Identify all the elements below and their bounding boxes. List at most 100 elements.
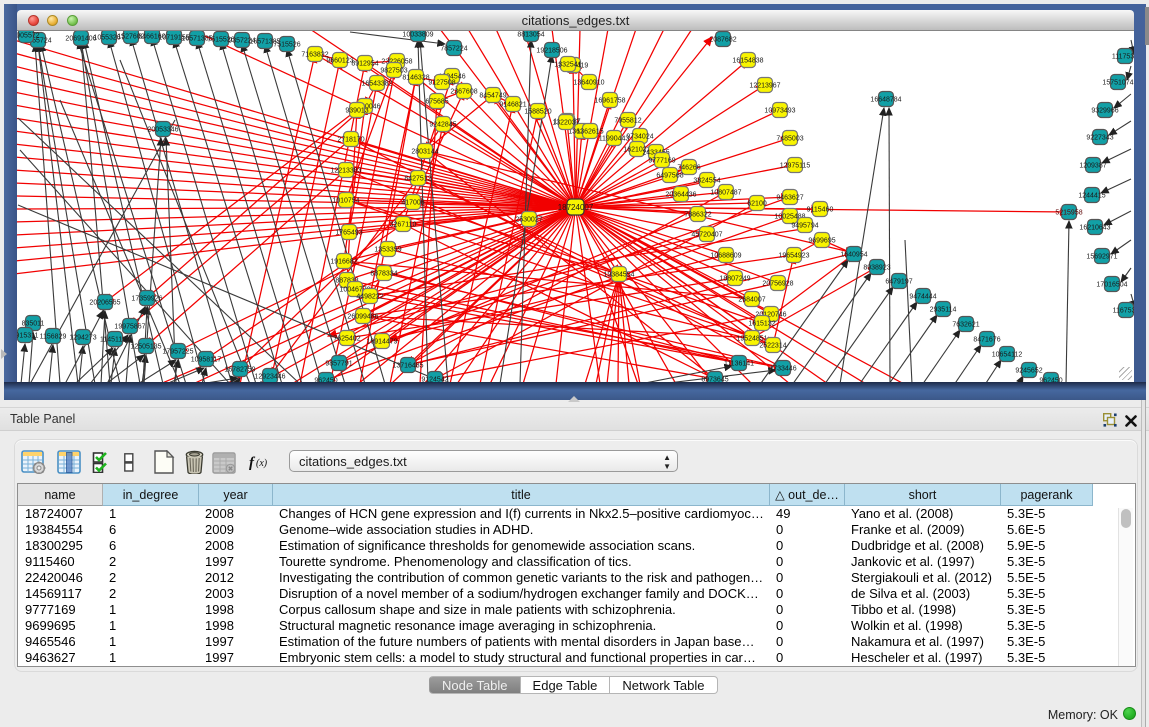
- svg-text:1322037: 1322037: [552, 119, 579, 126]
- svg-text:7515526: 7515526: [273, 41, 300, 48]
- svg-text:9474444: 9474444: [909, 293, 936, 300]
- svg-text:6479197: 6479197: [885, 278, 912, 285]
- svg-text:16914479: 16914479: [366, 338, 397, 345]
- svg-text:1640954: 1640954: [840, 251, 867, 258]
- svg-text:746266: 746266: [677, 164, 700, 171]
- svg-text:19654923: 19654923: [778, 252, 809, 259]
- svg-text:1733446: 1733446: [769, 365, 796, 372]
- svg-text:2803144: 2803144: [411, 148, 438, 155]
- svg-text:2367608: 2367608: [450, 88, 477, 95]
- svg-text:835011: 835011: [22, 320, 45, 327]
- svg-text:19218506: 19218506: [536, 47, 567, 54]
- svg-text:8878334: 8878334: [370, 270, 397, 277]
- svg-text:12213967: 12213967: [749, 82, 780, 89]
- svg-text:962450: 962450: [1039, 377, 1062, 382]
- svg-text:7886322: 7886322: [684, 211, 711, 218]
- svg-text:9734024: 9734024: [626, 133, 653, 140]
- svg-text:12975115: 12975115: [780, 162, 811, 169]
- svg-text:9660123: 9660123: [326, 57, 353, 64]
- svg-text:9857791: 9857791: [325, 360, 352, 367]
- svg-text:19384554: 19384554: [603, 271, 634, 278]
- svg-text:7625402: 7625402: [333, 335, 360, 342]
- svg-text:9115460: 9115460: [807, 206, 834, 213]
- svg-text:9495794: 9495794: [791, 222, 818, 229]
- svg-text:2522314: 2522314: [759, 342, 786, 349]
- svg-text:1765493: 1765493: [335, 229, 362, 236]
- svg-text:6497568: 6497568: [656, 172, 683, 179]
- svg-text:939013: 939013: [345, 107, 368, 114]
- svg-text:18807249: 18807249: [719, 275, 750, 282]
- svg-text:10688609: 10688609: [710, 252, 741, 259]
- svg-text:8912954: 8912954: [351, 60, 378, 67]
- svg-text:3915311: 3915311: [17, 332, 38, 339]
- svg-text:8146328: 8146328: [402, 74, 429, 81]
- svg-text:11136141: 11136141: [724, 360, 754, 367]
- svg-text:15751074: 15751074: [1102, 79, 1133, 86]
- svg-text:20691406: 20691406: [65, 35, 96, 42]
- svg-text:1244415: 1244415: [1078, 192, 1105, 199]
- svg-text:8471676: 8471676: [973, 336, 1000, 343]
- svg-text:10654112: 10654112: [992, 351, 1023, 358]
- svg-text:3824554: 3824554: [693, 177, 720, 184]
- svg-text:9146821: 9146821: [499, 101, 526, 108]
- svg-text:10807487: 10807487: [710, 189, 741, 196]
- svg-text:2530027: 2530027: [515, 216, 542, 223]
- svg-text:45720407: 45720407: [691, 231, 722, 238]
- svg-text:f: f: [249, 455, 256, 470]
- svg-text:7485003: 7485003: [776, 135, 803, 142]
- svg-text:2718170: 2718170: [337, 136, 364, 143]
- svg-text:2087682: 2087682: [709, 36, 736, 43]
- svg-text:12505135: 12505135: [130, 343, 161, 350]
- svg-text:962450: 962450: [314, 377, 337, 382]
- svg-text:1156829: 1156829: [40, 333, 67, 340]
- svg-text:7632621: 7632621: [952, 321, 979, 328]
- svg-text:(x): (x): [256, 458, 268, 469]
- svg-text:9245652: 9245652: [1015, 367, 1042, 374]
- svg-text:10033809: 10033809: [402, 31, 433, 38]
- svg-text:11990443: 11990443: [599, 135, 630, 142]
- svg-text:1167533: 1167533: [1113, 307, 1134, 314]
- svg-text:1905572: 1905572: [17, 32, 40, 39]
- svg-text:9777169: 9777169: [648, 157, 675, 164]
- svg-text:1362615: 1362615: [576, 128, 603, 135]
- svg-text:9827503: 9827503: [380, 67, 407, 74]
- svg-text:1588520: 1588520: [524, 108, 551, 115]
- svg-text:62100: 62100: [747, 200, 767, 207]
- svg-text:18724007: 18724007: [558, 203, 594, 212]
- svg-text:16782759: 16782759: [224, 366, 255, 373]
- svg-text:8938923: 8938923: [863, 264, 890, 271]
- svg-text:8813054: 8813054: [517, 31, 544, 38]
- svg-text:9127508: 9127508: [428, 79, 455, 86]
- svg-text:16543382: 16543382: [361, 80, 392, 87]
- svg-text:1916682: 1916682: [330, 258, 357, 265]
- svg-text:8973645: 8973645: [701, 376, 728, 382]
- svg-text:12923446: 12923446: [254, 373, 285, 380]
- svg-text:9124542: 9124542: [421, 376, 448, 382]
- svg-text:12213383: 12213383: [330, 167, 361, 174]
- svg-text:7955812: 7955812: [614, 117, 641, 124]
- svg-text:1209387: 1209387: [1079, 162, 1106, 169]
- svg-text:17957225: 17957225: [162, 348, 193, 355]
- svg-text:1332541: 1332541: [554, 61, 581, 68]
- svg-text:1294273: 1294273: [69, 334, 96, 341]
- svg-text:16210643: 16210643: [1079, 224, 1110, 231]
- svg-text:1010754: 1010754: [332, 197, 359, 204]
- svg-text:417006: 417006: [401, 199, 424, 206]
- svg-text:10958117: 10958117: [191, 356, 222, 363]
- svg-text:7857224: 7857224: [440, 45, 467, 52]
- svg-text:9242845: 9242845: [429, 121, 456, 128]
- svg-text:9227343: 9227343: [1086, 134, 1113, 141]
- svg-text:20756928: 20756928: [762, 280, 793, 287]
- svg-text:8454749: 8454749: [479, 92, 506, 99]
- svg-text:16648784: 16648784: [870, 96, 901, 103]
- svg-text:4498222: 4498222: [356, 293, 383, 300]
- svg-text:13716485: 13716485: [392, 362, 423, 369]
- svg-text:2935114: 2935114: [930, 306, 957, 313]
- svg-text:19975867: 19975867: [114, 323, 145, 330]
- svg-text:1117533: 1117533: [1112, 53, 1134, 60]
- svg-text:5215958: 5215958: [1055, 209, 1082, 216]
- svg-text:16961758: 16961758: [594, 97, 625, 104]
- svg-text:20206565: 20206565: [89, 299, 120, 306]
- svg-text:9699695: 9699695: [808, 237, 835, 244]
- svg-text:16154838: 16154838: [732, 57, 763, 64]
